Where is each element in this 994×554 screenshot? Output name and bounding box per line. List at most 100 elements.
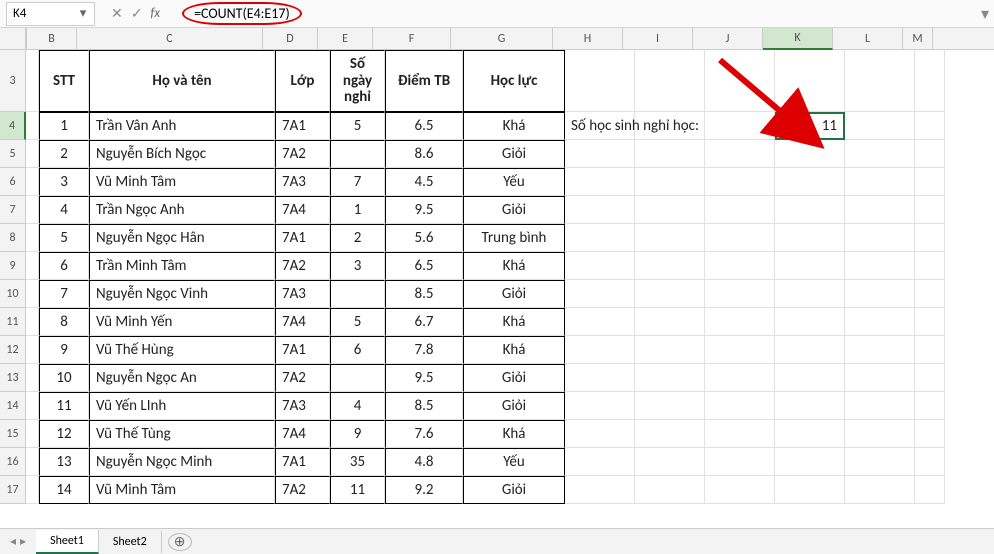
cell-E11[interactable]: 5 xyxy=(330,308,385,336)
cell-J9[interactable] xyxy=(705,252,775,280)
cell-H13[interactable] xyxy=(565,364,635,392)
cell-K7[interactable] xyxy=(775,196,845,224)
cell-F15[interactable]: 7.6 xyxy=(385,420,463,448)
cell-F16[interactable]: 4.8 xyxy=(385,448,463,476)
cell-B12[interactable]: 9 xyxy=(39,336,89,364)
cell-D10[interactable]: 7A3 xyxy=(275,280,330,308)
cell-C3[interactable]: Họ và tên xyxy=(89,50,275,112)
cell-E6[interactable]: 7 xyxy=(330,168,385,196)
cell-H12[interactable] xyxy=(565,336,635,364)
cell-F3[interactable]: Điểm TB xyxy=(385,50,463,112)
cell-L6[interactable] xyxy=(845,168,915,196)
cell-B9[interactable]: 6 xyxy=(39,252,89,280)
cell-D15[interactable]: 7A4 xyxy=(275,420,330,448)
cell-L17[interactable] xyxy=(845,476,915,504)
cell-L15[interactable] xyxy=(845,420,915,448)
cell-C15[interactable]: Vũ Thế Tùng xyxy=(89,420,275,448)
col-header-I[interactable]: I xyxy=(623,28,693,50)
col-header-K[interactable]: K xyxy=(763,28,833,50)
cell-G16[interactable]: Yếu xyxy=(463,448,565,476)
cell-G9[interactable]: Khá xyxy=(463,252,565,280)
cell-H5[interactable] xyxy=(565,140,635,168)
col-header-J[interactable]: J xyxy=(693,28,763,50)
cell-E13[interactable] xyxy=(330,364,385,392)
col-header-G[interactable]: G xyxy=(451,28,553,50)
cell-B11[interactable]: 8 xyxy=(39,308,89,336)
cell-J7[interactable] xyxy=(705,196,775,224)
cell-M9[interactable] xyxy=(915,252,945,280)
col-header-L[interactable]: L xyxy=(833,28,903,50)
formula-bar-expand-icon[interactable]: ▾ xyxy=(976,4,994,24)
cell-K3[interactable] xyxy=(775,50,845,112)
cell-B13[interactable]: 10 xyxy=(39,364,89,392)
cell-G8[interactable]: Trung bình xyxy=(463,224,565,252)
row-header-16[interactable]: 16 xyxy=(0,448,26,476)
col-header-D[interactable]: D xyxy=(263,28,318,50)
fx-icon[interactable]: fx xyxy=(150,6,160,21)
row-header-6[interactable]: 6 xyxy=(0,168,26,196)
cell-F7[interactable]: 9.5 xyxy=(385,196,463,224)
cell-J15[interactable] xyxy=(705,420,775,448)
cell-B16[interactable]: 13 xyxy=(39,448,89,476)
cell-G14[interactable]: Giỏi xyxy=(463,392,565,420)
cell-D11[interactable]: 7A4 xyxy=(275,308,330,336)
row-header-12[interactable]: 12 xyxy=(0,336,26,364)
cell-E5[interactable] xyxy=(330,140,385,168)
cell-B4[interactable]: 1 xyxy=(39,112,89,140)
row-header-15[interactable]: 15 xyxy=(0,420,26,448)
cell-L10[interactable] xyxy=(845,280,915,308)
row-header-5[interactable]: 5 xyxy=(0,140,26,168)
col-header-H[interactable]: H xyxy=(553,28,623,50)
cell-A14[interactable] xyxy=(26,392,39,420)
cell-H9[interactable] xyxy=(565,252,635,280)
cell-F4[interactable]: 6.5 xyxy=(385,112,463,140)
cell-F6[interactable]: 4.5 xyxy=(385,168,463,196)
cell-E8[interactable]: 2 xyxy=(330,224,385,252)
cell-A6[interactable] xyxy=(26,168,39,196)
cell-D4[interactable]: 7A1 xyxy=(275,112,330,140)
cell-C5[interactable]: Nguyễn Bích Ngọc xyxy=(89,140,275,168)
formula-input[interactable]: =COUNT(E4:E17) xyxy=(174,2,976,25)
cell-M6[interactable] xyxy=(915,168,945,196)
cell-F5[interactable]: 8.6 xyxy=(385,140,463,168)
cell-F8[interactable]: 5.6 xyxy=(385,224,463,252)
cell-M5[interactable] xyxy=(915,140,945,168)
col-header-F[interactable]: F xyxy=(373,28,451,50)
cell-C6[interactable]: Vũ Minh Tâm xyxy=(89,168,275,196)
nav-prev-icon[interactable]: ◂ xyxy=(10,534,16,549)
cell-K14[interactable] xyxy=(775,392,845,420)
cell-K6[interactable] xyxy=(775,168,845,196)
cell-K17[interactable] xyxy=(775,476,845,504)
cell-M14[interactable] xyxy=(915,392,945,420)
cell-I8[interactable] xyxy=(635,224,705,252)
row-header-14[interactable]: 14 xyxy=(0,392,26,420)
cell-M3[interactable] xyxy=(915,50,945,112)
cell-A12[interactable] xyxy=(26,336,39,364)
cell-A15[interactable] xyxy=(26,420,39,448)
cell-K11[interactable] xyxy=(775,308,845,336)
cell-M8[interactable] xyxy=(915,224,945,252)
cell-I6[interactable] xyxy=(635,168,705,196)
col-header-B[interactable]: B xyxy=(27,28,77,50)
cell-M16[interactable] xyxy=(915,448,945,476)
cell-D9[interactable]: 7A2 xyxy=(275,252,330,280)
cell-K9[interactable] xyxy=(775,252,845,280)
cell-L11[interactable] xyxy=(845,308,915,336)
cell-L12[interactable] xyxy=(845,336,915,364)
cell-A10[interactable] xyxy=(26,280,39,308)
cell-A3[interactable] xyxy=(26,50,39,112)
cell-K5[interactable] xyxy=(775,140,845,168)
cell-H8[interactable] xyxy=(565,224,635,252)
confirm-icon[interactable]: ✓ xyxy=(131,5,143,22)
nav-next-icon[interactable]: ▸ xyxy=(20,534,26,549)
cell-D7[interactable]: 7A4 xyxy=(275,196,330,224)
cell-M7[interactable] xyxy=(915,196,945,224)
cell-C17[interactable]: Vũ Minh Tâm xyxy=(89,476,275,504)
cell-J8[interactable] xyxy=(705,224,775,252)
cell-A5[interactable] xyxy=(26,140,39,168)
cell-C7[interactable]: Trần Ngọc Anh xyxy=(89,196,275,224)
cell-K10[interactable] xyxy=(775,280,845,308)
cell-H11[interactable] xyxy=(565,308,635,336)
cell-M15[interactable] xyxy=(915,420,945,448)
cell-E17[interactable]: 11 xyxy=(330,476,385,504)
